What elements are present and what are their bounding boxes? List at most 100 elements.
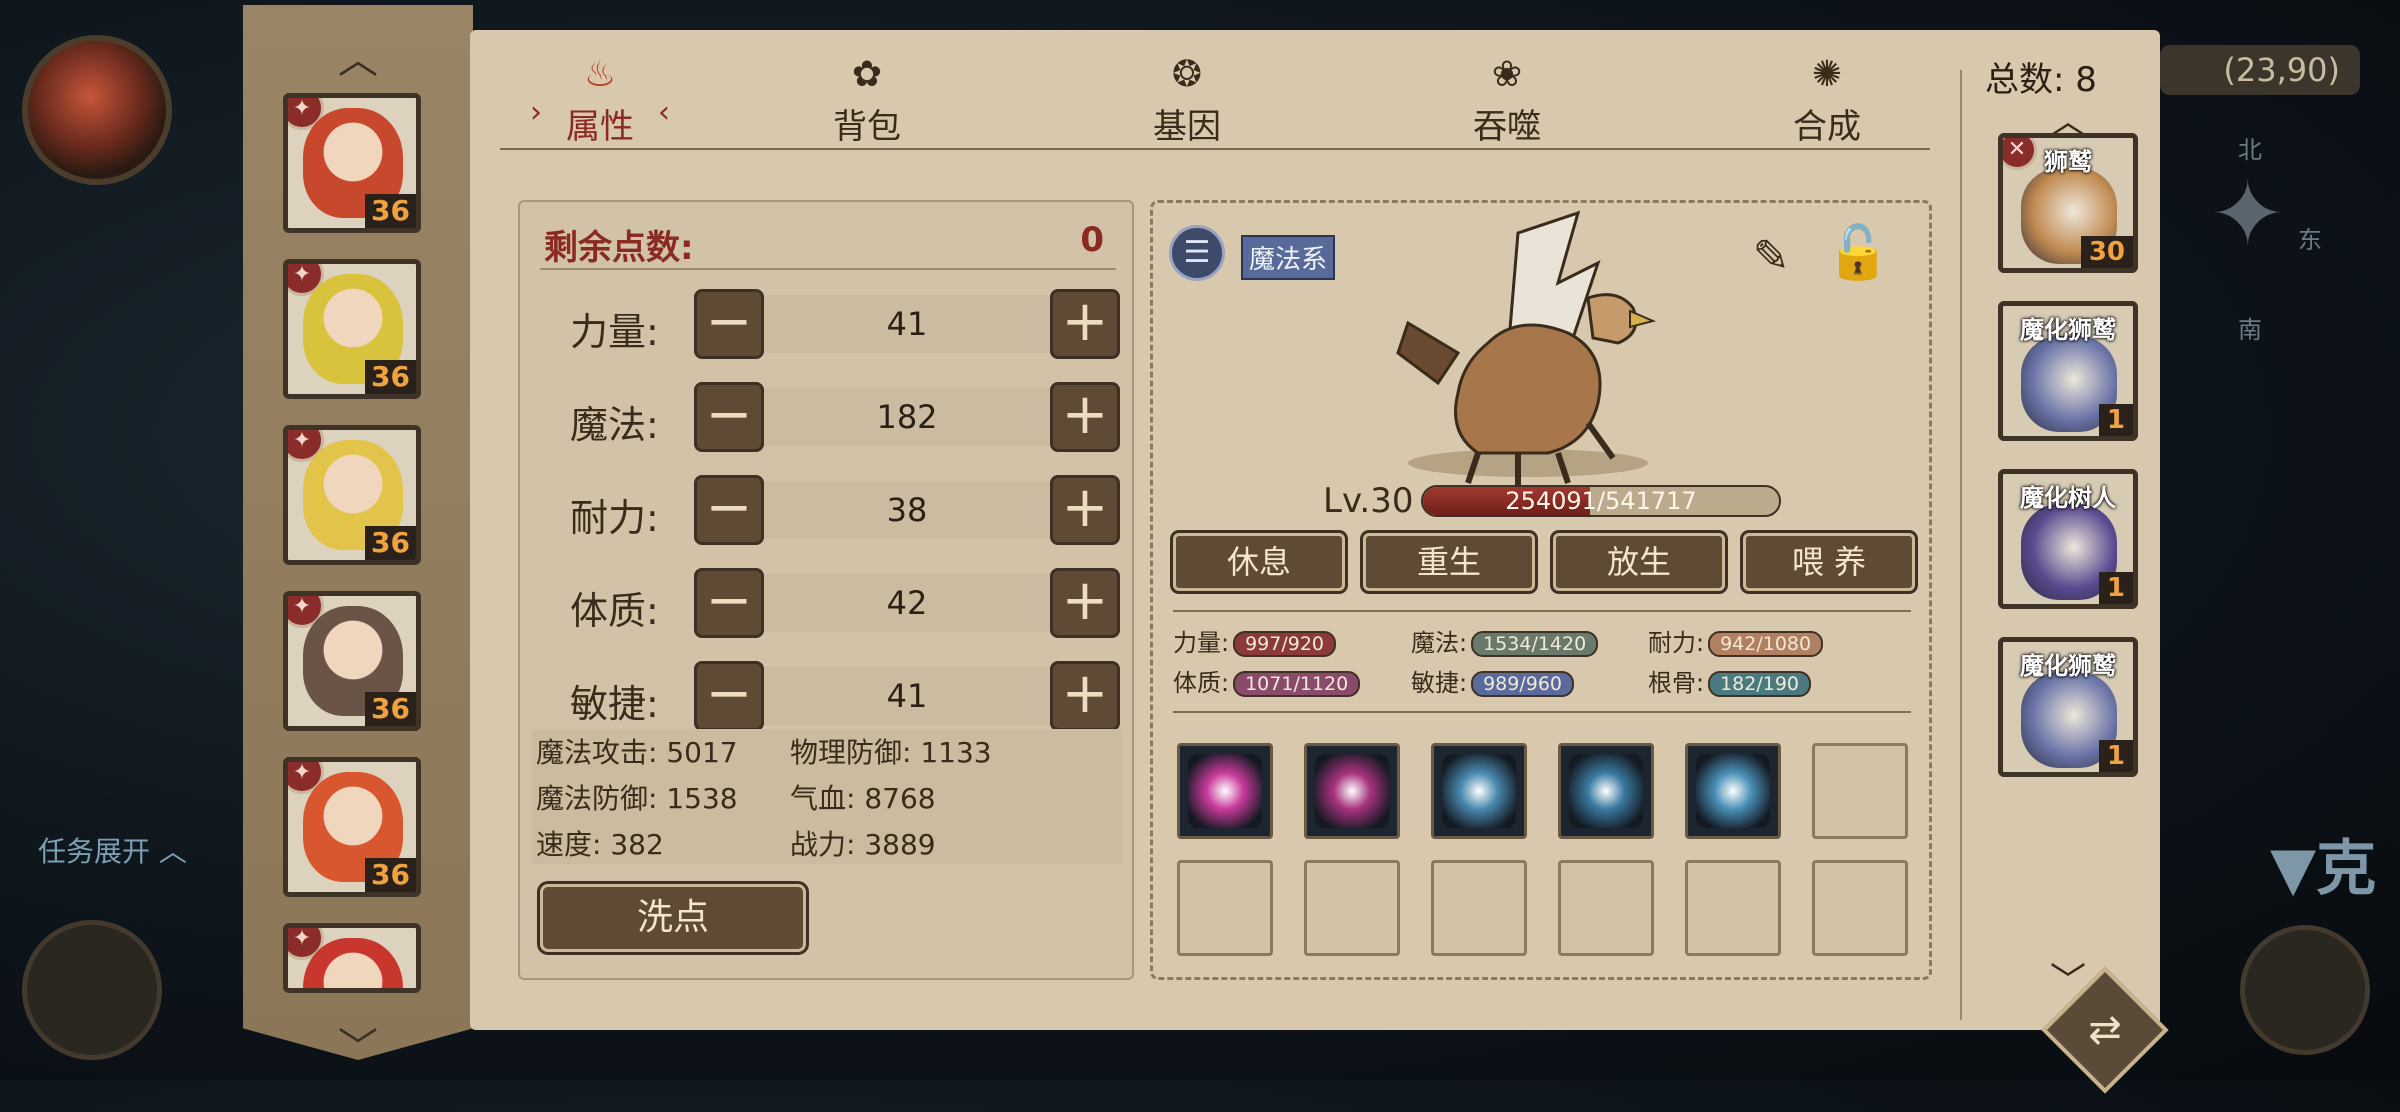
- list-icon[interactable]: ☰: [1169, 225, 1225, 281]
- pet-name: 魔化树人: [2020, 484, 2116, 512]
- magic-attack: 魔法攻击: 5017: [536, 736, 738, 769]
- increase-endurance-button[interactable]: +: [1050, 475, 1120, 545]
- speed: 速度: 382: [536, 828, 664, 861]
- rest-button[interactable]: 休息: [1173, 533, 1345, 591]
- tab-synthesis[interactable]: ✺ 合成: [1757, 55, 1897, 148]
- magic-defense: 魔法防御: 1538: [536, 782, 738, 815]
- pet-list-item[interactable]: 魔化狮鹫 1: [1998, 301, 2138, 441]
- stat-label: 力量:: [570, 310, 659, 354]
- zone-label: ▼克: [2270, 834, 2377, 904]
- flame-icon: ♨: [583, 54, 617, 95]
- decrease-endurance-button[interactable]: −: [694, 475, 764, 545]
- skill-slot[interactable]: [1558, 743, 1654, 839]
- stat-row-agility: 敏捷: − 41 +: [520, 661, 1136, 733]
- decrease-agility-button[interactable]: −: [694, 661, 764, 731]
- task-toggle-label: 任务展开: [38, 835, 151, 868]
- stat-row-strength: 力量: − 41 +: [520, 289, 1136, 361]
- hero-card[interactable]: ✦ 36: [283, 93, 421, 233]
- stat-label: 敏捷:: [570, 682, 659, 726]
- increase-magic-button[interactable]: +: [1050, 382, 1120, 452]
- hero-card[interactable]: ✦ 36: [283, 591, 421, 731]
- hero-level: 36: [365, 858, 416, 892]
- pet-list-item[interactable]: 魔化狮鹫 1: [1998, 637, 2138, 777]
- task-toggle[interactable]: 任务展开 ︿: [38, 830, 187, 870]
- strength-value: 41: [764, 295, 1050, 353]
- tab-bag[interactable]: ✿ 背包: [797, 55, 937, 148]
- empty-skill-slot[interactable]: [1685, 860, 1781, 956]
- decrease-strength-button[interactable]: −: [694, 289, 764, 359]
- skill-slot[interactable]: [1431, 743, 1527, 839]
- feed-button[interactable]: 喂 养: [1743, 533, 1915, 591]
- rebirth-button[interactable]: 重生: [1363, 533, 1535, 591]
- pet-level: Lv.30: [1323, 481, 1414, 521]
- pet-stat-label: 根骨:: [1648, 669, 1705, 697]
- hp: 气血: 8768: [790, 782, 936, 815]
- empty-skill-slot[interactable]: [1177, 860, 1273, 956]
- hp-text: 254091/541717: [1505, 487, 1697, 515]
- tab-divider: [500, 148, 1930, 150]
- tab-attributes[interactable]: › ♨ 属性 ‹: [530, 55, 670, 148]
- reset-points-button[interactable]: 洗点: [540, 884, 806, 952]
- decrease-magic-button[interactable]: −: [694, 382, 764, 452]
- empty-skill-slot[interactable]: [1558, 860, 1654, 956]
- player-avatar[interactable]: [22, 35, 172, 185]
- map-button[interactable]: [22, 920, 162, 1060]
- pet-stat-constitution: 体质: 1071/1120: [1173, 663, 1361, 698]
- pet-detail: ☰ 魔法系 ✎ 🔓 Lv.30 254091/541717 休息 重生 放生 喂…: [1150, 200, 1932, 980]
- empty-skill-slot[interactable]: [1812, 743, 1908, 839]
- ice-shards-icon: [1696, 754, 1770, 828]
- stat-label: 耐力:: [570, 496, 659, 540]
- pet-stat-value: 1071/1120: [1233, 671, 1361, 697]
- tab-right-chevron-icon: ‹: [658, 95, 670, 130]
- physical-defense: 物理防御: 1133: [790, 736, 992, 769]
- tab-label: 吞噬: [1473, 107, 1541, 147]
- pet-count: 1: [2098, 404, 2133, 436]
- hero-level: 36: [365, 526, 416, 560]
- swap-icon: ⇄: [2088, 1007, 2122, 1053]
- hero-card[interactable]: ✦: [283, 923, 421, 993]
- pet-stat-magic: 魔法: 1534/1420: [1411, 623, 1599, 658]
- attribute-allocation: 剩余点数: 0 力量: − 41 + 魔法: − 182 + 耐力: − 38 …: [518, 200, 1134, 980]
- skill-slot[interactable]: [1177, 743, 1273, 839]
- increase-constitution-button[interactable]: +: [1050, 568, 1120, 638]
- compass-star-icon: ✦: [2210, 162, 2286, 267]
- pet-list-item[interactable]: 魔化树人 1: [1998, 469, 2138, 609]
- skill-slot[interactable]: [1304, 743, 1400, 839]
- magic-value: 182: [764, 388, 1050, 446]
- home-button[interactable]: [2240, 925, 2370, 1055]
- remaining-points-label: 剩余点数:: [544, 228, 694, 268]
- endurance-value: 38: [764, 481, 1050, 539]
- decrease-constitution-button[interactable]: −: [694, 568, 764, 638]
- pet-name: 魔化狮鹫: [2020, 652, 2116, 680]
- release-button[interactable]: 放生: [1553, 533, 1725, 591]
- pet-list-item[interactable]: ✕ 狮鹫 30: [1998, 133, 2138, 273]
- empty-skill-slot[interactable]: [1304, 860, 1400, 956]
- pet-stat-label: 敏捷:: [1411, 669, 1468, 697]
- frost-ring-icon: [1569, 754, 1643, 828]
- agility-value: 41: [764, 667, 1050, 725]
- hero-scroll-up-icon[interactable]: ︿: [243, 27, 473, 85]
- hero-scroll-down-icon[interactable]: ﹀: [243, 1015, 473, 1060]
- rename-feather-icon[interactable]: ✎: [1743, 229, 1799, 285]
- hero-level: 36: [365, 692, 416, 726]
- hp-bar: 254091/541717: [1421, 485, 1781, 517]
- pet-count: 1: [2098, 572, 2133, 604]
- hero-card[interactable]: ✦ 36: [283, 259, 421, 399]
- hero-level: 36: [365, 194, 416, 228]
- hero-card[interactable]: ✦ 36: [283, 757, 421, 897]
- map-coordinates: (23,90): [2160, 45, 2360, 95]
- increase-agility-button[interactable]: +: [1050, 661, 1120, 731]
- hero-card[interactable]: ✦ 36: [283, 425, 421, 565]
- tab-gene[interactable]: ❂ 基因: [1117, 55, 1257, 148]
- griffin-image: [1396, 210, 1657, 485]
- derived-stats: 魔法攻击: 5017 物理防御: 1133 魔法防御: 1538 气血: 876…: [532, 729, 1122, 864]
- unlock-icon[interactable]: 🔓: [1823, 213, 1893, 293]
- empty-skill-slot[interactable]: [1812, 860, 1908, 956]
- pet-stat-label: 耐力:: [1648, 629, 1705, 657]
- empty-skill-slot[interactable]: [1431, 860, 1527, 956]
- pet-name: 魔化狮鹫: [2020, 316, 2116, 344]
- increase-strength-button[interactable]: +: [1050, 289, 1120, 359]
- skill-slot[interactable]: [1685, 743, 1781, 839]
- synthesis-icon: ✺: [1811, 54, 1843, 95]
- tab-devour[interactable]: ❀ 吞噬: [1437, 55, 1577, 148]
